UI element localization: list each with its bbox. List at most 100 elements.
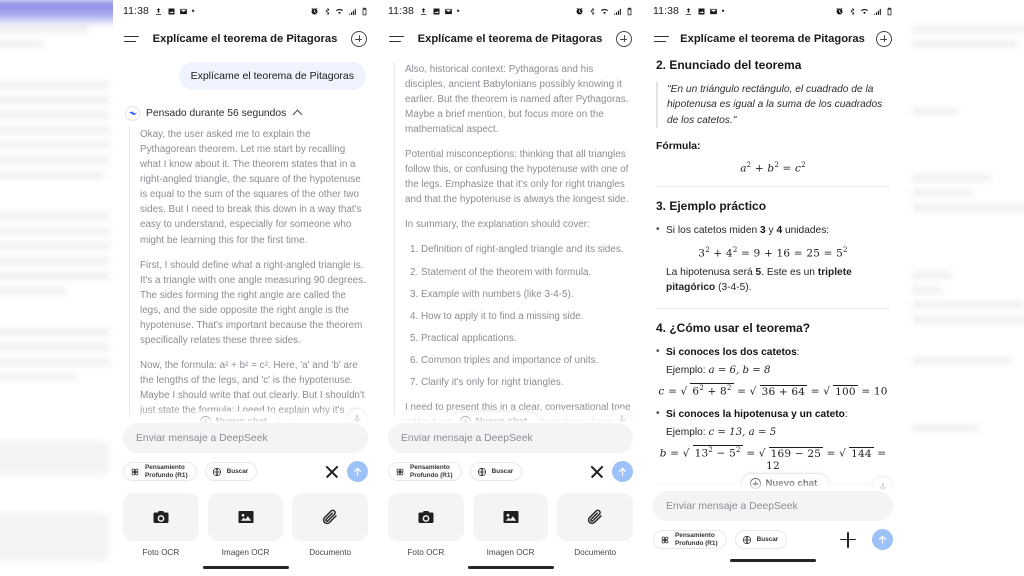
background-panel-left xyxy=(0,0,122,576)
send-button[interactable] xyxy=(347,461,368,482)
hamburger-icon[interactable] xyxy=(654,34,669,45)
signal-icon xyxy=(348,8,356,15)
home-indicator xyxy=(202,566,289,569)
gallery-icon xyxy=(168,8,174,14)
deep-think-chip[interactable]: Pensamiento Profundo (R1) xyxy=(123,462,197,481)
divider xyxy=(656,307,890,309)
attachment-sheet-1: Foto OCR Imagen OCR Documento xyxy=(123,493,369,557)
gmail-icon xyxy=(445,8,452,14)
section-heading-4: 4. ¿Cómo usar el teorema? xyxy=(656,320,811,335)
new-chat-icon[interactable] xyxy=(876,31,892,47)
deep-think-chip[interactable]: Pensamiento Profundo (R1) xyxy=(653,530,727,549)
upload-icon xyxy=(155,7,162,15)
result-pre: La hipotenusa será xyxy=(666,267,756,279)
page-title: Explícame el teorema de Pitagoras xyxy=(417,33,603,45)
message-input[interactable]: Enviar mensaje a DeepSeek xyxy=(653,491,893,521)
alarm-icon xyxy=(836,7,843,14)
deep-think-label-line2: Profundo (R1) xyxy=(675,539,718,547)
thinking-header[interactable]: Pensado durante 56 segundos xyxy=(125,106,366,122)
case-1-title: Si conoces los dos catetos: xyxy=(656,344,890,360)
thinking-body-2: Also, historical context: Pythagoras and… xyxy=(394,62,631,445)
section-heading-3: 3. Ejemplo práctico xyxy=(656,199,767,214)
list-item: Example with numbers (like 3-4-5). xyxy=(421,287,631,302)
signal-icon xyxy=(873,8,881,15)
list-item: Clarify it's only for right triangles. xyxy=(421,375,631,390)
status-right-icons xyxy=(835,7,894,16)
attachment-label: Imagen OCR xyxy=(486,548,535,557)
globe-icon xyxy=(742,535,751,544)
composer-2: Enviar mensaje a DeepSeek Pensamiento Pr… xyxy=(378,407,643,576)
paperclip-icon xyxy=(323,509,337,525)
new-chat-icon[interactable] xyxy=(351,31,367,47)
attachment-tile xyxy=(123,493,199,541)
phone-panel-1: 11:38 • Explícame el teorema de Pitagora… xyxy=(113,0,378,576)
status-bar: 11:38 • xyxy=(643,0,903,22)
deep-think-label-line1: Pensamiento xyxy=(145,464,185,472)
example-text-post: unidades: xyxy=(782,225,830,237)
send-arrow-up-icon xyxy=(353,467,362,476)
image-icon xyxy=(238,511,253,523)
camera-icon xyxy=(153,511,169,523)
chevron-up-icon xyxy=(292,109,303,120)
attachment-tile xyxy=(472,493,549,541)
deep-think-label-line2: Profundo (R1) xyxy=(410,471,453,479)
attachment-tile xyxy=(388,493,464,541)
message-input[interactable]: Enviar mensaje a DeepSeek xyxy=(388,423,633,453)
case-1-example-label: Ejemplo: xyxy=(666,365,709,377)
search-chip[interactable]: Buscar xyxy=(469,462,523,481)
composer-chips-3: Pensamiento Profundo (R1) Buscar xyxy=(653,529,893,550)
attachment-sheet-2: Foto OCR Imagen OCR Documento xyxy=(388,493,634,557)
hamburger-icon[interactable] xyxy=(389,34,404,45)
send-button[interactable] xyxy=(612,461,633,482)
hamburger-icon[interactable] xyxy=(124,34,139,45)
camera-icon xyxy=(418,511,434,523)
list-item: Definition of right-angled triangle and … xyxy=(421,242,631,257)
message-input[interactable]: Enviar mensaje a DeepSeek xyxy=(123,423,368,453)
case-1-example: Ejemplo: a = 6, b = 8 xyxy=(656,363,890,378)
attachment-label: Foto OCR xyxy=(142,548,180,557)
deep-think-chip[interactable]: Pensamiento Profundo (R1) xyxy=(388,462,462,481)
attachment-foto-ocr[interactable]: Foto OCR xyxy=(123,493,199,557)
deep-think-icon xyxy=(661,536,669,543)
status-time: 11:38 xyxy=(123,5,149,17)
close-icon[interactable] xyxy=(590,465,604,479)
send-button[interactable] xyxy=(872,529,893,550)
search-chip[interactable]: Buscar xyxy=(204,462,258,481)
attachment-documento[interactable]: Documento xyxy=(557,493,634,557)
thinking-paragraph: In summary, the explanation should cover… xyxy=(405,219,590,231)
dot-icon: • xyxy=(191,5,195,16)
page-title: Explícame el teorema de Pitagoras xyxy=(680,33,865,45)
phone-panel-2: 11:38 • Explícame el teorema de Pitagora… xyxy=(378,0,643,576)
attachment-imagen-ocr[interactable]: Imagen OCR xyxy=(207,493,284,557)
close-icon[interactable] xyxy=(325,465,339,479)
deep-think-icon xyxy=(131,468,139,475)
thinking-paragraph: First, I should define what a right-angl… xyxy=(140,259,366,346)
case-2-label: Si conoces la hipotenusa y un cateto xyxy=(666,408,845,420)
attachment-tile xyxy=(207,493,284,541)
attachment-documento[interactable]: Documento xyxy=(292,493,369,557)
globe-icon xyxy=(477,467,486,476)
bluetooth-icon xyxy=(590,7,594,15)
case-2-formula: b = √ 132 − 52 = √ 169 − 25 = √ 144 = 12 xyxy=(659,445,887,472)
formula-label: Fórmula: xyxy=(656,140,701,152)
gmail-icon xyxy=(710,8,717,14)
plus-icon[interactable] xyxy=(840,531,856,548)
search-chip[interactable]: Buscar xyxy=(734,530,788,549)
upload-icon xyxy=(420,7,427,15)
signal-icon xyxy=(613,8,621,15)
status-bar: 11:38 • xyxy=(378,0,643,22)
attachment-imagen-ocr[interactable]: Imagen OCR xyxy=(472,493,549,557)
battery-icon xyxy=(362,7,367,15)
conversation-1: Explícame el teorema de Pitagoras Pensad… xyxy=(113,62,378,434)
answer-content: 2. Enunciado del teorema "En un triángul… xyxy=(643,58,903,511)
status-left-icons: • xyxy=(154,5,195,16)
status-right-icons xyxy=(575,7,634,16)
search-chip-label: Buscar xyxy=(491,467,514,475)
case-2-example: Ejemplo: c = 13, a = 5 xyxy=(656,425,890,440)
new-chat-icon[interactable] xyxy=(616,31,632,47)
attachment-foto-ocr[interactable]: Foto OCR xyxy=(388,493,464,557)
wifi-icon xyxy=(335,8,344,14)
conversation-2: Also, historical context: Pythagoras and… xyxy=(378,56,643,445)
example-text-pre: Si los catetos miden xyxy=(666,225,760,237)
send-arrow-up-icon xyxy=(618,467,627,476)
